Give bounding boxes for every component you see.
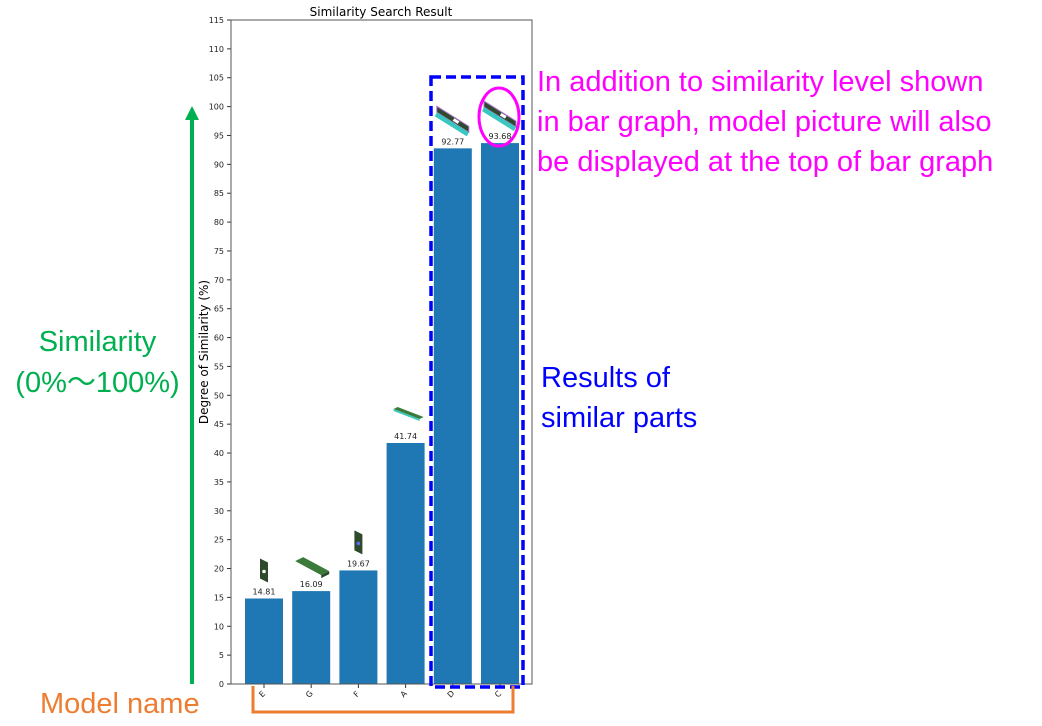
bar-F	[339, 570, 378, 684]
similarity-annotation: Similarity (0%～100%)	[0, 322, 195, 404]
data-label-D: 92.77	[441, 137, 464, 146]
y-tick-label: 20	[214, 565, 224, 574]
similarity-annotation-line: Similarity	[38, 326, 157, 358]
y-tick-label: 35	[214, 478, 224, 487]
y-tick-label: 105	[209, 74, 224, 83]
model-name-bracket	[251, 686, 515, 714]
model-thumbnail-D	[434, 105, 470, 137]
y-tick-label: 70	[214, 276, 224, 285]
model-thumbnail-E	[260, 558, 268, 583]
chart-title: Similarity Search Result	[310, 5, 453, 19]
y-tick-label: 5	[219, 651, 224, 660]
bar-C	[481, 143, 519, 684]
y-tick-label: 10	[214, 622, 224, 631]
x-tick-label-G: G	[304, 689, 315, 700]
data-label-E: 14.81	[253, 587, 276, 596]
data-label-G: 16.09	[300, 580, 323, 589]
x-tick-label-A: A	[399, 689, 410, 700]
y-tick-label: 25	[214, 536, 224, 545]
similarity-annotation-line: (0%～100%)	[15, 367, 180, 399]
model-thumbnail-F	[354, 530, 363, 555]
bar-E	[245, 598, 283, 684]
model-thumbnail-G	[295, 557, 330, 579]
model-thumbnail-A	[393, 406, 424, 421]
bar-A	[386, 442, 425, 684]
model-thumbnail-C	[482, 100, 517, 132]
y-tick-label: 45	[214, 420, 224, 429]
bar-D	[433, 148, 472, 685]
y-tick-label: 40	[214, 449, 224, 458]
y-tick-label: 0	[219, 680, 224, 689]
data-label-C: 93.68	[489, 132, 512, 141]
y-tick-label: 100	[209, 103, 224, 112]
y-tick-label: 95	[214, 131, 224, 140]
y-tick-label: 115	[209, 16, 224, 25]
description-line: be displayed at the top of bar graph	[537, 146, 994, 178]
y-tick-label: 75	[214, 247, 224, 256]
y-tick-label: 85	[214, 189, 224, 198]
y-tick-label: 80	[214, 218, 224, 227]
y-tick-label: 110	[209, 45, 224, 54]
data-label-A: 41.74	[394, 432, 417, 441]
results-line: similar parts	[541, 402, 698, 434]
y-tick-label: 15	[214, 593, 224, 602]
x-tick-label-F: F	[352, 689, 362, 699]
y-axis-label: Degree of Similarity (%)	[197, 280, 211, 424]
x-tick-label-C: C	[493, 689, 504, 700]
x-tick-label-E: E	[257, 689, 267, 699]
model-name-annotation: Model name	[40, 688, 200, 720]
description-line: In addition to similarity level shown	[537, 66, 984, 98]
y-tick-label: 55	[214, 362, 224, 371]
y-tick-label: 90	[214, 160, 224, 169]
similarity-arrow-head	[185, 106, 199, 120]
x-tick-label-D: D	[446, 689, 457, 700]
results-line: Results of	[541, 362, 670, 394]
results-annotation: Results of similar parts	[541, 358, 697, 438]
y-tick-label: 50	[214, 391, 224, 400]
y-tick-label: 60	[214, 334, 224, 343]
y-tick-label: 65	[214, 305, 224, 314]
bar-G	[292, 591, 331, 684]
data-label-F: 19.67	[347, 559, 370, 568]
description-line: in bar graph, model picture will also	[537, 106, 992, 138]
picture-description-annotation: In addition to similarity level shown in…	[537, 62, 993, 182]
y-tick-label: 30	[214, 507, 224, 516]
